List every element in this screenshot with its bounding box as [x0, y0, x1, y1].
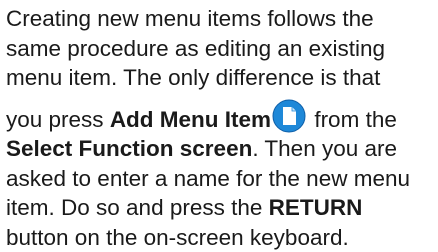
text-line-6: asked to enter a name for the new menu: [6, 164, 436, 194]
instruction-paragraph: Creating new menu items follows the same…: [6, 4, 436, 252]
text-line-4-end: from the: [308, 107, 397, 132]
text-line-4: you press Add Menu Item from the: [6, 99, 436, 135]
text-line-7-start: item. Do so and press the: [6, 195, 269, 220]
text-line-7: item. Do so and press the RETURN: [6, 193, 436, 223]
text-line-8: button on the on-screen keyboard.: [6, 223, 436, 252]
text-line-3: menu item. The only difference is that: [6, 63, 436, 93]
text-line-1: Creating new menu items follows the: [6, 4, 436, 34]
text-line-5-end: . Then you are: [252, 136, 397, 161]
add-menu-item-label: Add Menu Item: [110, 107, 271, 132]
return-key-label: RETURN: [269, 195, 363, 220]
document-icon: [272, 99, 306, 133]
text-line-5: Select Function screen. Then you are: [6, 134, 436, 164]
text-line-4-start: you press: [6, 107, 110, 132]
text-line-2: same procedure as editing an existing: [6, 34, 436, 64]
select-function-screen-label: Select Function screen: [6, 136, 252, 161]
